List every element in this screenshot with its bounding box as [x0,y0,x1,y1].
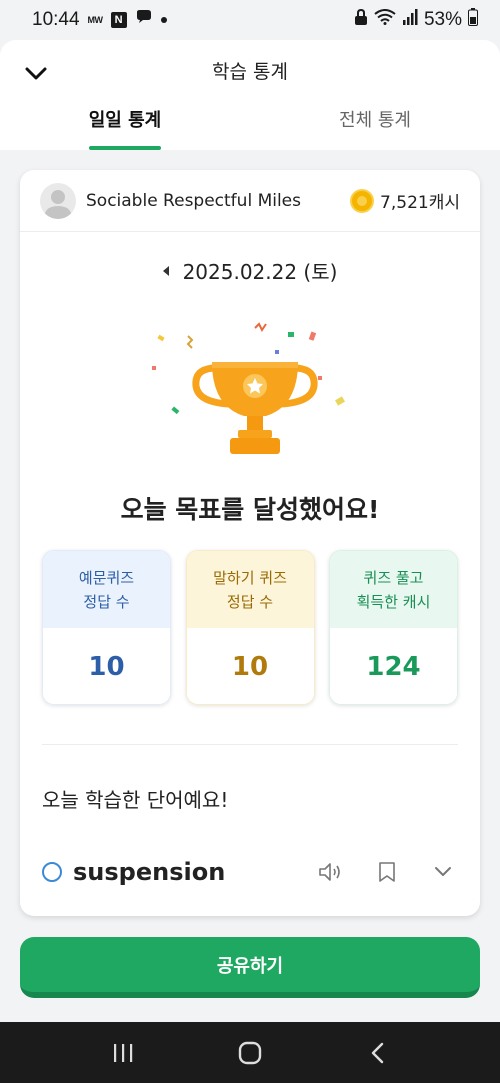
date-selector: 2025.02.22 (토) [20,256,480,285]
speaker-icon[interactable] [316,857,346,887]
previous-date-icon[interactable] [162,266,169,276]
app-header: 학습 통계 일일 통계 전체 통계 [0,40,500,150]
share-button[interactable]: 공유하기 [20,937,480,998]
mw-badge: MW [87,15,104,25]
chevron-down-icon[interactable] [428,857,458,887]
chat-bubble-icon [135,9,153,31]
user-name: Sociable Respectful Miles [86,190,301,211]
stat-label-line1: 퀴즈 풀고 [363,568,424,587]
user-avatar-icon [44,189,72,219]
word-actions [316,857,458,887]
recent-apps-icon[interactable] [103,1033,143,1073]
stats-row: 예문퀴즈정답 수 10 말하기 퀴즈정답 수 10 퀴즈 풀고획득한 캐시 12… [42,550,458,705]
tab-bar: 일일 통계 전체 통계 [0,102,500,150]
divider [42,744,458,745]
stat-label: 말하기 퀴즈정답 수 [186,551,314,628]
status-bar: 10:44 MW N 53% [0,0,500,40]
status-time: 10:44 [32,9,80,30]
coin-icon [350,188,375,213]
stat-label: 퀴즈 풀고획득한 캐시 [330,551,457,628]
home-icon[interactable] [230,1033,270,1073]
stat-value: 10 [186,628,314,704]
stat-label-line2: 정답 수 [83,592,130,611]
stat-label-line1: 예문퀴즈 [78,568,135,587]
stat-label-line2: 정답 수 [226,592,274,611]
stat-card-speaking-quiz: 말하기 퀴즈정답 수 10 [185,550,315,705]
stat-value: 10 [43,628,170,704]
signal-icon [402,9,418,31]
word-text: suspension [73,858,226,886]
lock-icon [354,8,368,31]
stat-label-line1: 말하기 퀴즈 [213,568,287,587]
cash-amount: 7,521캐시 [380,193,460,213]
back-icon[interactable] [357,1033,397,1073]
tab-total-stats[interactable]: 전체 통계 [250,102,500,150]
battery-percent: 53% [423,9,462,30]
tab-daily-stats[interactable]: 일일 통계 [0,102,250,150]
words-section-title: 오늘 학습한 단어예요! [42,788,229,812]
page-title: 학습 통계 [212,61,288,83]
trophy-illustration [140,318,370,468]
stat-value: 124 [330,628,457,704]
stat-card-quiz-cash: 퀴즈 풀고획득한 캐시 124 [329,550,458,705]
goal-achieved-message: 오늘 목표를 달성했어요! [120,495,380,524]
system-nav-bar [0,1022,500,1083]
user-row: Sociable Respectful Miles 7,521캐시 [20,170,480,232]
stat-label: 예문퀴즈정답 수 [43,551,170,628]
avatar [40,182,76,219]
date-label: 2025.02.22 (토) [182,260,338,284]
naver-icon: N [110,12,127,28]
daily-stats-card: Sociable Respectful Miles 7,521캐시 2025.0… [20,170,480,916]
word-list-item[interactable]: suspension [42,850,458,894]
cash-balance: 7,521캐시 [350,188,460,213]
correct-circle-icon [42,862,62,882]
stat-label-line2: 획득한 캐시 [356,592,431,611]
bookmark-icon[interactable] [372,857,402,887]
wifi-icon [374,9,396,31]
battery-icon [468,8,478,32]
notification-dot-icon [160,17,167,23]
stat-card-example-quiz: 예문퀴즈정답 수 10 [42,550,171,705]
